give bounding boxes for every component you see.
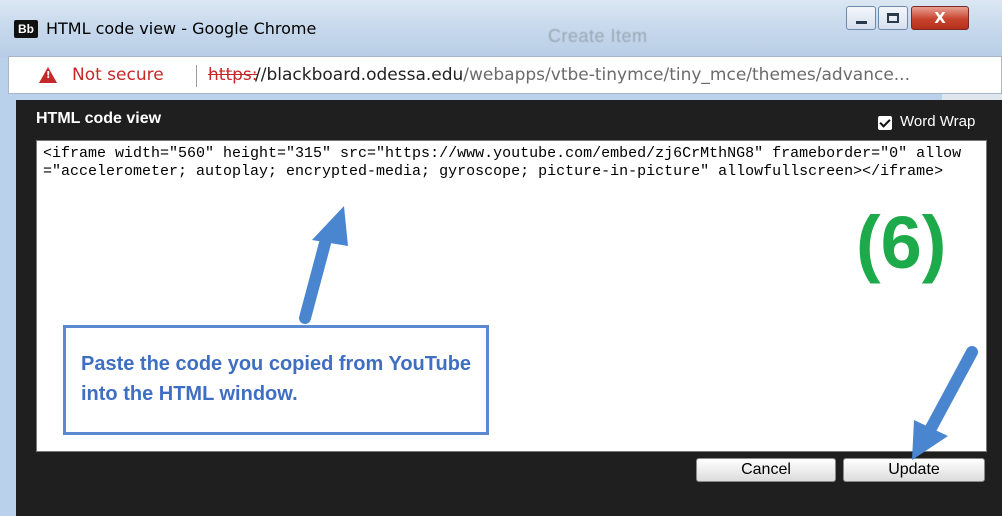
- blackboard-logo-icon: Bb: [14, 20, 38, 38]
- maximize-button[interactable]: [878, 6, 908, 30]
- step-number: (6): [856, 201, 947, 284]
- cancel-button[interactable]: Cancel: [696, 458, 836, 482]
- divider: [196, 65, 197, 87]
- background-page-title: Create Item: [548, 26, 648, 46]
- minimize-icon: [856, 21, 867, 24]
- address-bar[interactable]: ! Not secure https: //blackboard.odessa.…: [8, 56, 1002, 94]
- url-path: /webapps/vtbe-tinymce/tiny_mce/themes/ad…: [463, 65, 910, 85]
- code-text[interactable]: <iframe width="560" height="315" src="ht…: [43, 145, 979, 181]
- warning-icon[interactable]: !: [39, 67, 57, 83]
- update-button[interactable]: Update: [843, 458, 985, 482]
- window-title: HTML code view - Google Chrome: [46, 19, 317, 38]
- url-host: //blackboard.odessa.edu: [255, 65, 464, 85]
- security-status[interactable]: Not secure: [72, 65, 164, 85]
- word-wrap-checkbox[interactable]: [878, 116, 892, 130]
- instruction-callout: Paste the code you copied from YouTube i…: [63, 325, 489, 435]
- maximize-icon: [887, 13, 899, 23]
- url-scheme[interactable]: https:: [208, 65, 257, 85]
- url-text[interactable]: //blackboard.odessa.edu/webapps/vtbe-tin…: [255, 65, 910, 85]
- title-bar: Bb HTML code view - Google Chrome Create…: [0, 0, 1002, 58]
- close-icon: X: [934, 9, 946, 27]
- callout-text: Paste the code you copied from YouTube i…: [81, 353, 472, 405]
- dialog-title: HTML code view: [36, 110, 162, 127]
- browser-window: Bb HTML code view - Google Chrome Create…: [0, 0, 1002, 516]
- minimize-button[interactable]: [846, 6, 876, 30]
- close-button[interactable]: X: [911, 6, 969, 30]
- word-wrap-label[interactable]: Word Wrap: [900, 113, 975, 130]
- html-code-view-dialog: HTML code view Word Wrap <iframe width="…: [16, 100, 1002, 516]
